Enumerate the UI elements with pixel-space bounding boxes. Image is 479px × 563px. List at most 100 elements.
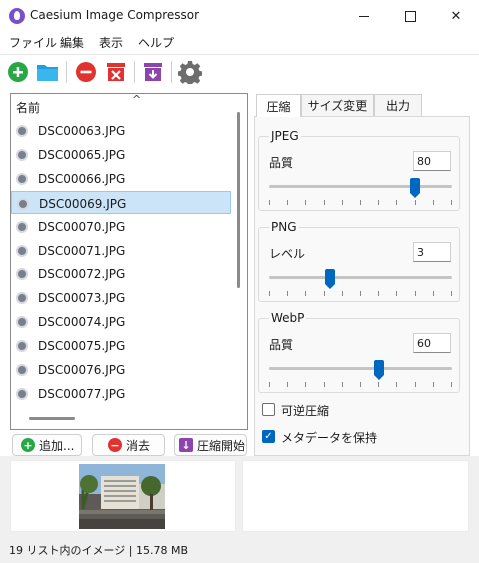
file-row[interactable]: DSC00065.JPG	[11, 143, 231, 166]
toolbar-separator	[134, 61, 135, 83]
keep-metadata-label: メタデータを保持	[281, 431, 378, 445]
tab-resize[interactable]: サイズ変更	[301, 94, 374, 116]
file-row[interactable]: DSC00073.JPG	[11, 286, 231, 309]
png-slider-thumb[interactable]	[324, 269, 335, 289]
vertical-scrollbar[interactable]	[237, 112, 240, 288]
file-row[interactable]: DSC00076.JPG	[11, 358, 231, 381]
horizontal-scrollbar[interactable]	[29, 417, 75, 420]
list-header[interactable]: ^ 名前	[11, 94, 247, 116]
tab-compression[interactable]: 圧縮	[256, 94, 301, 117]
add-button-label: 追加...	[39, 438, 75, 453]
menu-help[interactable]: ヘルプ	[138, 34, 174, 51]
menu-view[interactable]: 表示	[99, 34, 123, 51]
slider-tick	[360, 291, 361, 296]
file-row[interactable]: DSC00075.JPG	[11, 334, 231, 357]
file-name: DSC00069.JPG	[39, 196, 127, 211]
webp-slider-thumb[interactable]	[373, 360, 384, 380]
file-row[interactable]: DSC00063.JPG	[11, 119, 231, 142]
tab-output[interactable]: 出力	[374, 94, 422, 116]
toolbar	[0, 54, 479, 88]
minimize-button[interactable]	[341, 0, 387, 32]
toolbar-separator	[171, 61, 172, 83]
app-logo-icon	[9, 8, 25, 24]
file-name: DSC00065.JPG	[38, 147, 126, 162]
slider-tick	[269, 382, 270, 387]
slider-tick	[451, 291, 452, 296]
file-status-icon	[16, 172, 28, 185]
file-name: DSC00076.JPG	[38, 363, 126, 377]
png-group-title: PNG	[269, 220, 299, 234]
file-row[interactable]: DSC00066.JPG	[11, 167, 231, 190]
add-button[interactable]: + 追加...	[12, 434, 82, 456]
png-level-input[interactable]: 3	[413, 242, 451, 262]
file-name: DSC00075.JPG	[38, 339, 126, 354]
file-name: DSC00070.JPG	[38, 219, 126, 234]
file-status-icon	[16, 125, 28, 137]
slider-tick	[451, 382, 452, 387]
status-text: 19 リスト内のイメージ | 15.78 MB	[9, 544, 188, 557]
slider-tick	[323, 291, 325, 296]
file-status-icon	[16, 244, 28, 257]
file-status-icon	[16, 268, 28, 281]
menu-edit[interactable]: 編集	[60, 34, 84, 51]
slider-tick	[323, 382, 325, 387]
jpeg-group: JPEG 品質 80	[258, 129, 460, 211]
file-status-icon	[16, 340, 28, 353]
add-icon	[8, 62, 28, 82]
remove-file-button[interactable]	[74, 60, 98, 84]
slider-tick	[341, 291, 343, 296]
file-name: DSC00073.JPG	[38, 291, 126, 306]
slider-tick	[269, 291, 270, 296]
compress-button[interactable]	[141, 60, 165, 84]
add-icon: +	[21, 438, 35, 452]
file-row[interactable]: DSC00070.JPG	[11, 215, 231, 238]
slider-tick	[378, 382, 380, 387]
column-name-header[interactable]: 名前	[16, 99, 40, 116]
keep-metadata-checkbox[interactable]: ✓	[262, 430, 275, 443]
webp-quality-slider[interactable]	[269, 367, 452, 370]
file-row[interactable]: DSC00069.JPG	[11, 190, 231, 214]
slider-tick	[396, 200, 398, 205]
file-row[interactable]: DSC00077.JPG	[11, 382, 231, 405]
compress-icon	[144, 63, 162, 81]
jpeg-quality-label: 品質	[269, 156, 294, 170]
jpeg-quality-input[interactable]: 80	[413, 151, 451, 171]
open-folder-button[interactable]	[36, 60, 60, 84]
webp-quality-label: 品質	[269, 338, 294, 352]
jpeg-quality-slider[interactable]	[269, 185, 452, 188]
settings-button[interactable]	[178, 60, 202, 84]
clear-list-button[interactable]	[104, 60, 128, 84]
slider-tick	[287, 382, 289, 387]
compressed-preview	[242, 460, 469, 532]
add-files-button[interactable]	[6, 60, 30, 84]
lossless-label: 可逆圧縮	[281, 404, 330, 418]
slider-tick	[432, 291, 434, 296]
file-row[interactable]: DSC00074.JPG	[11, 310, 231, 333]
menu-file[interactable]: ファイル	[9, 34, 57, 51]
slider-tick	[305, 291, 307, 296]
slider-tick	[287, 291, 289, 296]
webp-quality-input[interactable]: 60	[413, 333, 451, 353]
file-row[interactable]: DSC00072.JPG	[11, 262, 231, 285]
file-status-icon	[16, 364, 28, 376]
slider-tick	[305, 382, 307, 387]
file-list[interactable]: ^ 名前 DSC00063.JPG DSC00065.JPG DSC00066.JP…	[10, 93, 248, 430]
png-level-label: レベル	[269, 247, 306, 261]
start-compress-button[interactable]: ↓ 圧縮開始	[174, 434, 247, 456]
lossless-checkbox[interactable]	[262, 403, 275, 416]
jpeg-group-title: JPEG	[269, 129, 301, 143]
file-name: DSC00077.JPG	[38, 386, 126, 401]
file-row[interactable]: DSC00071.JPG	[11, 239, 231, 262]
file-name: DSC00063.JPG	[38, 124, 126, 138]
title-bar: Caesium Image Compressor	[0, 0, 479, 32]
start-compress-label: 圧縮開始	[197, 438, 246, 453]
png-group: PNG レベル 3	[258, 220, 460, 302]
slider-tick	[432, 200, 434, 205]
maximize-button[interactable]	[387, 0, 433, 32]
close-button[interactable]	[433, 0, 479, 32]
webp-group: WebP 品質 60	[258, 311, 460, 393]
png-level-slider[interactable]	[269, 276, 452, 279]
remove-button[interactable]: − 消去	[92, 434, 165, 456]
jpeg-slider-thumb[interactable]	[410, 178, 421, 198]
file-name: DSC00066.JPG	[38, 171, 126, 186]
